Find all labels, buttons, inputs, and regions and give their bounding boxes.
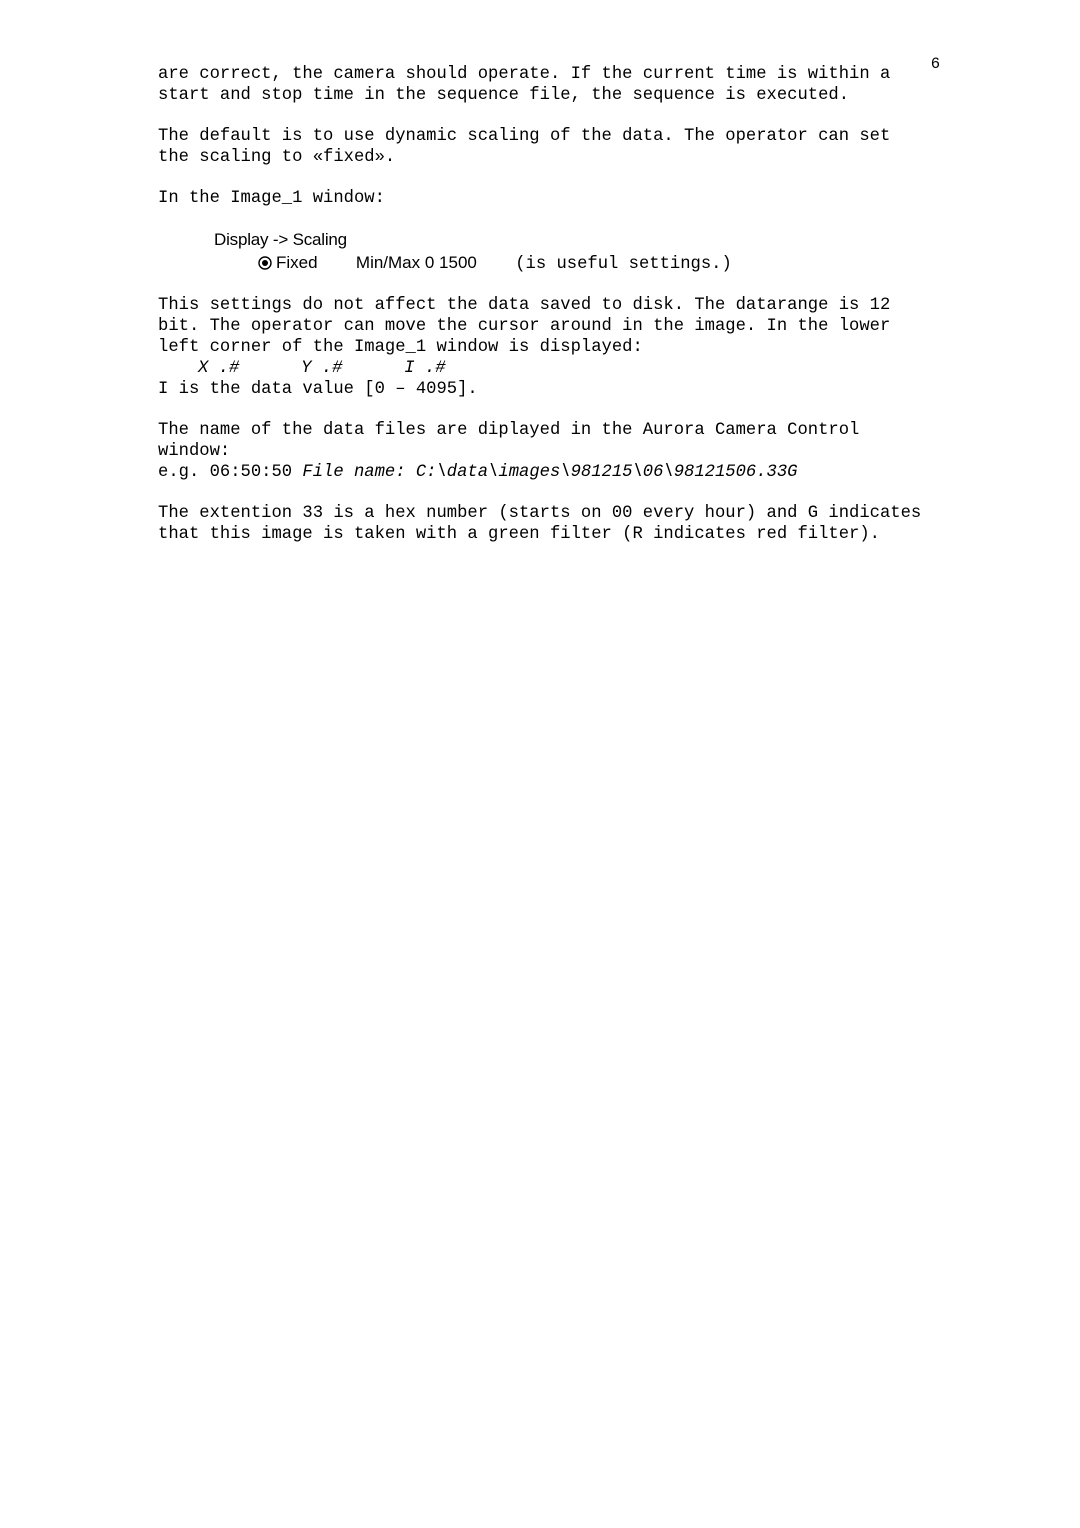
paragraph: In the Image_1 window: [158, 189, 922, 210]
paragraph-block: The name of the data files are diplayed … [158, 421, 922, 484]
paragraph: The name of the data files are diplayed … [158, 421, 859, 461]
example-filename: File name: C:\data\images\981215\06\9812… [302, 463, 797, 482]
paragraph: This settings do not affect the data sav… [158, 296, 890, 357]
radio-selected-icon [258, 256, 272, 270]
document-page: 6 are correct, the camera should operate… [0, 0, 1080, 1528]
paragraph: are correct, the camera should operate. … [158, 65, 922, 107]
menu-instruction-block: Display -> Scaling Fixed Min/Max 0 1500 … [158, 230, 922, 276]
fixed-option-label: Fixed [276, 253, 318, 272]
menu-option-line: Fixed Min/Max 0 1500 (is useful settings… [214, 253, 922, 276]
minmax-label: Min/Max 0 1500 [356, 253, 477, 272]
menu-path-line: Display -> Scaling [214, 230, 922, 251]
example-prefix: e.g. 06:50:50 [158, 463, 302, 482]
page-number: 6 [931, 55, 940, 74]
paragraph: The extention 33 is a hex number (starts… [158, 504, 922, 546]
paragraph: The default is to use dynamic scaling of… [158, 127, 922, 169]
xyi-readout-line: X .# Y .# I .# [198, 359, 922, 380]
paragraph-block: This settings do not affect the data sav… [158, 296, 922, 359]
paragraph: I is the data value [0 – 4095]. [158, 380, 922, 401]
useful-settings-note: (is useful settings.) [515, 255, 732, 274]
